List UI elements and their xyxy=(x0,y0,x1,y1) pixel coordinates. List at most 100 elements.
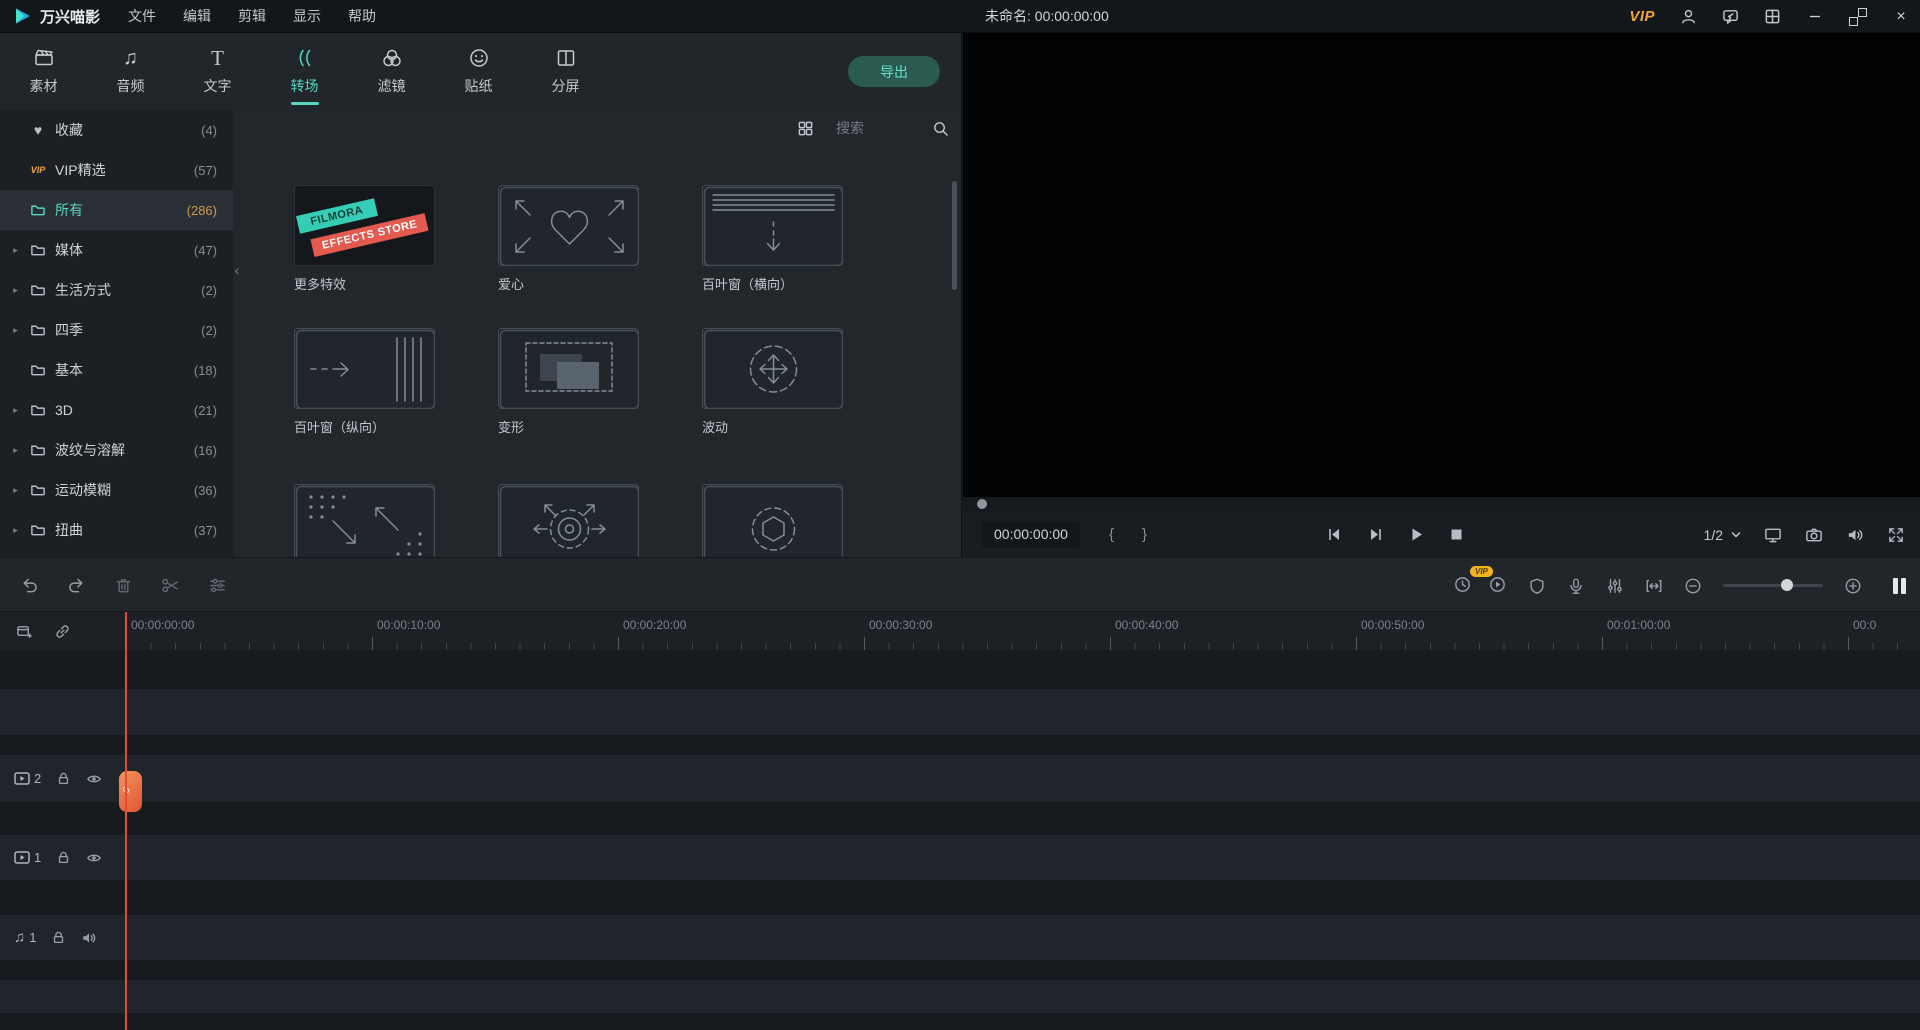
adjust-properties-icon[interactable] xyxy=(208,576,227,595)
timeline-empty-band[interactable] xyxy=(0,689,1920,735)
transition-item-morph[interactable]: 变形 xyxy=(498,328,639,436)
heart-transition-thumbnail[interactable] xyxy=(498,185,639,266)
lock-icon[interactable] xyxy=(56,850,71,865)
split-scissors-icon[interactable] xyxy=(161,576,180,595)
play-button[interactable] xyxy=(1409,527,1424,542)
expand-arrow-icon[interactable]: ▸ xyxy=(10,405,21,416)
playhead[interactable] xyxy=(125,612,127,1030)
link-clips-icon[interactable] xyxy=(54,623,71,640)
dots-diagonal-thumbnail[interactable] xyxy=(294,484,435,557)
transition-item-wave[interactable]: 波动 xyxy=(702,328,843,436)
search-icon[interactable] xyxy=(932,120,949,137)
mark-out-button[interactable]: } xyxy=(1142,526,1147,543)
browser-scrollbar[interactable] xyxy=(952,181,957,290)
redo-icon[interactable] xyxy=(67,576,86,595)
zoom-slider[interactable] xyxy=(1723,584,1823,587)
menu-view[interactable]: 显示 xyxy=(293,6,321,26)
tab-sticker[interactable]: 贴纸 xyxy=(435,33,522,110)
video-track-2-band[interactable] xyxy=(0,755,1920,802)
vip-badge[interactable]: VIP xyxy=(1629,8,1655,25)
video-preview[interactable] xyxy=(963,33,1920,497)
zoom-out-icon[interactable] xyxy=(1684,577,1702,595)
tab-splitscreen[interactable]: 分屏 xyxy=(522,33,609,110)
transition-item-blinds-vertical[interactable]: 百叶窗（纵向） xyxy=(294,328,435,436)
render-preview-icon[interactable] xyxy=(1453,575,1472,597)
wave-thumbnail[interactable] xyxy=(702,328,843,409)
mark-in-button[interactable]: { xyxy=(1109,526,1114,543)
sidebar-item-seasons[interactable]: ▸ 四季 (2) xyxy=(0,310,233,350)
menu-edit[interactable]: 编辑 xyxy=(183,6,211,26)
preview-seekbar[interactable] xyxy=(963,497,1920,512)
sidebar-item-3d[interactable]: ▸ 3D (21) xyxy=(0,390,233,430)
radar-thumbnail[interactable] xyxy=(498,484,639,557)
timeline-ruler[interactable]: 00:00:00:00 00:00:10:00 00:00:20:00 00:0… xyxy=(126,612,1920,650)
sidebar-collapse-handle[interactable]: ‹ xyxy=(231,255,243,285)
menu-file[interactable]: 文件 xyxy=(128,6,156,26)
workspace-layout-icon[interactable] xyxy=(1764,8,1781,25)
menu-clip[interactable]: 剪辑 xyxy=(238,6,266,26)
expand-arrow-icon[interactable]: ▸ xyxy=(10,325,21,336)
zoom-slider-handle[interactable] xyxy=(1781,579,1793,591)
auto-render-icon[interactable] xyxy=(1488,575,1507,597)
sidebar-item-lifestyle[interactable]: ▸ 生活方式 (2) xyxy=(0,270,233,310)
lock-icon[interactable] xyxy=(51,930,66,945)
transition-item-love-heart[interactable]: 爱心 xyxy=(498,185,639,293)
snapshot-camera-icon[interactable] xyxy=(1805,526,1823,544)
next-frame-button[interactable] xyxy=(1368,527,1383,542)
add-to-timeline-icon[interactable] xyxy=(16,623,33,640)
visibility-eye-icon[interactable] xyxy=(86,771,102,787)
seekbar-handle[interactable] xyxy=(977,499,987,509)
volume-icon[interactable] xyxy=(1846,526,1864,544)
expand-arrow-icon[interactable]: ▸ xyxy=(10,525,21,536)
shield-icon[interactable] xyxy=(1528,577,1546,595)
export-button[interactable]: 导出 xyxy=(848,56,940,87)
tab-audio[interactable]: ♫ 音频 xyxy=(87,33,174,110)
sidebar-item-favorites[interactable]: ♥ 收藏 (4) xyxy=(0,110,233,150)
menu-help[interactable]: 帮助 xyxy=(348,6,376,26)
timeline-clip[interactable]: 6 xyxy=(119,771,142,812)
sidebar-item-vip[interactable]: VIP VIP精选 (57) xyxy=(0,150,233,190)
timeline-layout-toggle-icon[interactable] xyxy=(1893,578,1906,594)
search-input[interactable] xyxy=(836,120,924,136)
transition-item-dots-diagonal[interactable] xyxy=(294,484,435,557)
sidebar-item-basic[interactable]: 基本 (18) xyxy=(0,350,233,390)
morph-thumbnail[interactable] xyxy=(498,328,639,409)
tab-filter[interactable]: 滤镜 xyxy=(348,33,435,110)
sidebar-item-motion-blur[interactable]: ▸ 运动模糊 (36) xyxy=(0,470,233,510)
audio-mixer-icon[interactable] xyxy=(1606,577,1624,595)
tab-transition[interactable]: 转场 xyxy=(261,33,348,110)
sidebar-item-media[interactable]: ▸ 媒体 (47) xyxy=(0,230,233,270)
zoom-in-icon[interactable] xyxy=(1844,577,1862,595)
expand-arrow-icon[interactable]: ▸ xyxy=(10,245,21,256)
blinds-vertical-thumbnail[interactable] xyxy=(294,328,435,409)
transition-item-blinds-horizontal[interactable]: 百叶窗（横向） xyxy=(702,185,843,293)
minimize-button[interactable] xyxy=(1806,9,1824,25)
delete-icon[interactable] xyxy=(114,576,133,595)
grid-view-icon[interactable] xyxy=(797,120,814,137)
sidebar-item-distortion[interactable]: ▸ 扭曲 (37) xyxy=(0,510,233,550)
close-button[interactable]: × xyxy=(1892,8,1910,26)
expand-arrow-icon[interactable]: ▸ xyxy=(10,445,21,456)
sidebar-item-all[interactable]: 所有 (286) xyxy=(0,190,233,230)
effects-store-thumbnail[interactable]: FILMORA EFFECTS STORE xyxy=(294,185,435,266)
lock-icon[interactable] xyxy=(56,771,71,786)
visibility-eye-icon[interactable] xyxy=(86,850,102,866)
timeline-body[interactable]: 2 1 ♫ 1 xyxy=(0,650,1920,1030)
timeline-bottom-band[interactable] xyxy=(0,980,1920,1013)
record-voiceover-icon[interactable] xyxy=(1567,577,1585,595)
tab-media[interactable]: 素材 xyxy=(0,33,87,110)
blinds-horizontal-thumbnail[interactable] xyxy=(702,185,843,266)
undo-icon[interactable] xyxy=(20,576,39,595)
expand-arrow-icon[interactable]: ▸ xyxy=(10,285,21,296)
auto-ripple-icon[interactable] xyxy=(1645,577,1663,595)
tab-text[interactable]: T 文字 xyxy=(174,33,261,110)
gear-thumbnail[interactable] xyxy=(702,484,843,557)
video-track-1-band[interactable] xyxy=(0,835,1920,880)
transition-item-more-effects[interactable]: FILMORA EFFECTS STORE 更多特效 xyxy=(294,185,435,293)
feedback-icon[interactable] xyxy=(1722,8,1739,25)
playback-quality-dropdown[interactable]: 1/2 xyxy=(1704,527,1741,543)
stop-button[interactable] xyxy=(1450,528,1463,541)
fullscreen-icon[interactable] xyxy=(1887,526,1905,544)
expand-arrow-icon[interactable]: ▸ xyxy=(10,485,21,496)
audio-track-1-band[interactable] xyxy=(0,915,1920,960)
